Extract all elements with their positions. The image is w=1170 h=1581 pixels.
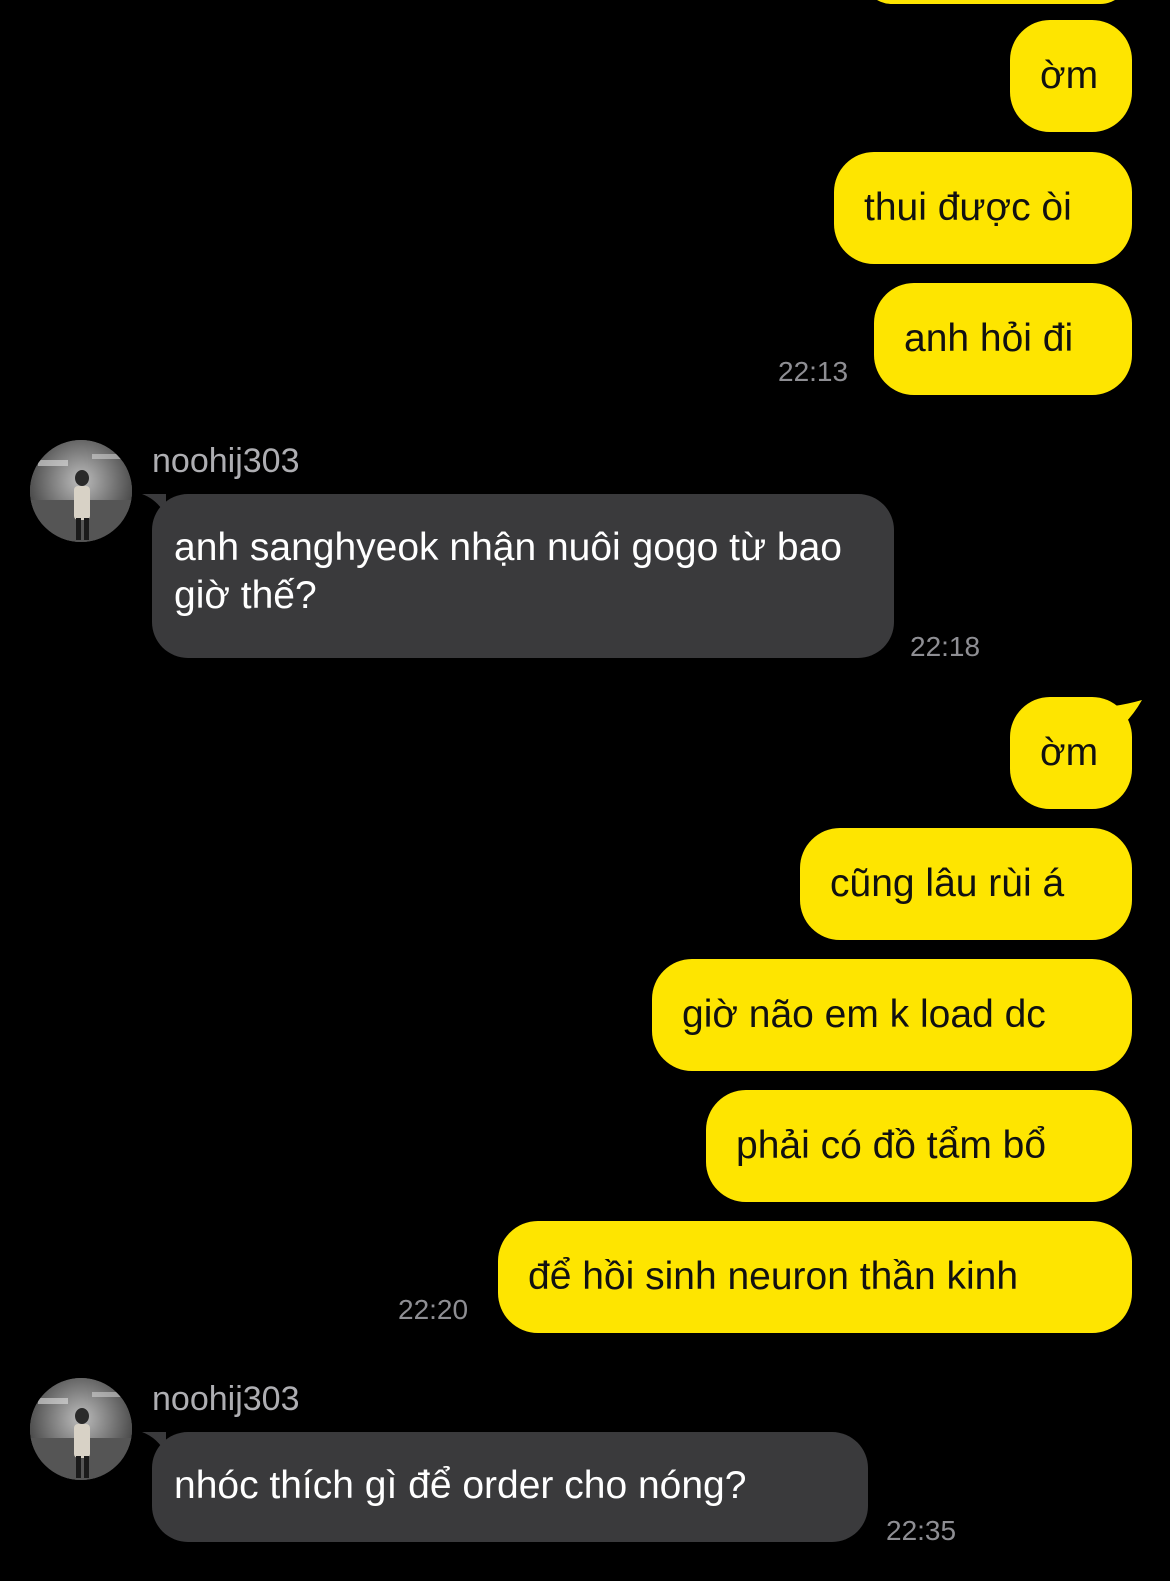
message-text: thui được òi (864, 186, 1072, 229)
sender-name: noohij303 (152, 1380, 300, 1418)
my-message-bubble[interactable]: ờm (1010, 20, 1132, 132)
message-text: ờm (1040, 731, 1099, 774)
message-timestamp: 22:35 (886, 1515, 957, 1546)
avatar-photo-icon (30, 440, 132, 542)
message-text: anh hỏi đi (904, 317, 1074, 360)
message-text: nhóc thích gì để order cho nóng? (174, 1464, 747, 1507)
message-timestamp: 22:20 (398, 1294, 469, 1325)
my-message-bubble[interactable]: để hồi sinh neuron thần kinh (498, 1221, 1132, 1333)
contact-message-bubble[interactable]: nhóc thích gì để order cho nóng? (152, 1432, 868, 1542)
previous-bubble-edge (862, 0, 1130, 4)
message-text: giờ não em k load dc (682, 993, 1046, 1036)
my-message-bubble[interactable]: thui được òi (834, 152, 1132, 264)
message-text: cũng lâu rùi á (830, 862, 1065, 905)
avatar-photo-icon (30, 1378, 132, 1480)
message-text: phải có đồ tẩm bổ (736, 1124, 1047, 1167)
message-timestamp: 22:13 (778, 356, 849, 387)
message-text: ờm (1040, 54, 1099, 97)
message-text: anh sanghyeok nhận nuôi gogo từ bao giờ … (174, 526, 842, 617)
my-message-bubble[interactable]: ờm (1010, 697, 1132, 809)
message-timestamp: 22:18 (910, 631, 981, 662)
my-message-bubble[interactable]: anh hỏi đi (874, 283, 1132, 395)
message-text: để hồi sinh neuron thần kinh (528, 1255, 1019, 1298)
contact-avatar[interactable] (30, 440, 132, 542)
my-message-bubble[interactable]: giờ não em k load dc (652, 959, 1132, 1071)
my-message-bubble[interactable]: cũng lâu rùi á (800, 828, 1132, 940)
my-message-bubble[interactable]: phải có đồ tẩm bổ (706, 1090, 1132, 1202)
contact-avatar[interactable] (30, 1378, 132, 1480)
contact-message-bubble[interactable]: anh sanghyeok nhận nuôi gogo từ bao giờ … (152, 494, 894, 658)
sender-name: noohij303 (152, 442, 300, 480)
